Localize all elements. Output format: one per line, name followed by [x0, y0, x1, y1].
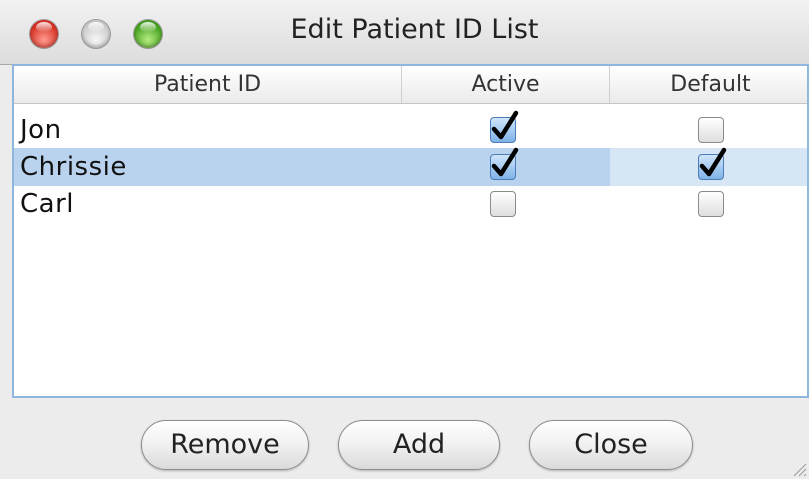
active-checkbox[interactable]	[490, 191, 516, 217]
checkmark-icon	[491, 147, 519, 177]
close-button[interactable]: Close	[529, 420, 693, 470]
table-row[interactable]: Chrissie	[14, 147, 807, 186]
add-button[interactable]: Add	[338, 420, 500, 470]
patient-id-cell[interactable]: Chrissie	[14, 148, 402, 186]
remove-button[interactable]: Remove	[141, 420, 309, 470]
title-bar: Edit Patient ID List	[0, 0, 809, 65]
button-bar: Remove Add Close	[0, 398, 809, 479]
resize-grip-icon[interactable]	[789, 459, 807, 477]
column-header-default[interactable]: Default	[610, 66, 807, 103]
checkmark-icon	[491, 110, 519, 140]
table-row[interactable]: Carl	[14, 185, 807, 223]
default-checkbox[interactable]	[698, 117, 724, 143]
active-checkbox[interactable]	[490, 110, 519, 143]
patient-id-cell[interactable]: Jon	[14, 111, 402, 149]
default-checkbox[interactable]	[698, 147, 727, 180]
table-row[interactable]: Jon	[14, 110, 807, 149]
column-header-active[interactable]: Active	[402, 66, 610, 103]
column-header-patient-id[interactable]: Patient ID	[14, 66, 402, 103]
patient-id-table: Patient ID Active Default Jon Chrissie C…	[12, 64, 809, 398]
table-header: Patient ID Active Default	[14, 66, 807, 104]
checkmark-icon	[699, 147, 727, 177]
default-checkbox[interactable]	[698, 191, 724, 217]
active-checkbox[interactable]	[490, 147, 519, 180]
patient-id-cell[interactable]: Carl	[14, 185, 402, 223]
window-title: Edit Patient ID List	[290, 14, 539, 45]
